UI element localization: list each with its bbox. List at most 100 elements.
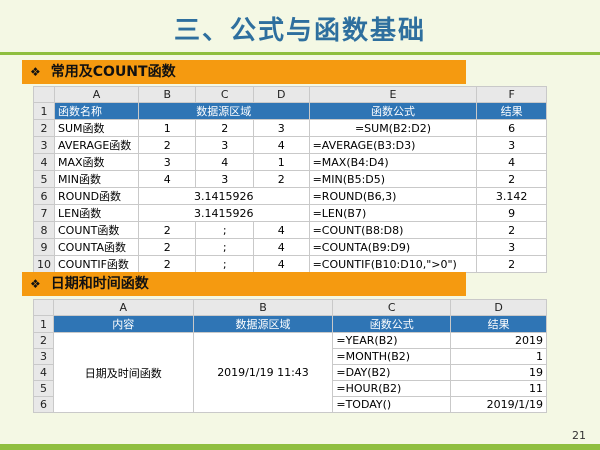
column-header[interactable]: B xyxy=(137,86,197,103)
cell[interactable]: ; xyxy=(195,238,255,256)
cell[interactable]: =SUM(B2:D2) xyxy=(308,119,478,137)
column-header[interactable]: C xyxy=(195,86,255,103)
row-header[interactable]: 7 xyxy=(33,204,55,222)
column-header[interactable]: B xyxy=(192,299,334,316)
cell[interactable]: 19 xyxy=(450,364,547,381)
cell[interactable]: 2 xyxy=(476,255,547,273)
cell[interactable]: 内容 xyxy=(52,315,194,333)
row-header[interactable]: 1 xyxy=(33,102,55,120)
cell[interactable]: 11 xyxy=(450,380,547,397)
cell[interactable]: ROUND函数 xyxy=(54,187,139,205)
cell[interactable]: 4 xyxy=(253,255,310,273)
cell[interactable]: 2 xyxy=(476,221,547,239)
cell[interactable]: 2 xyxy=(253,170,310,188)
row-header[interactable]: 5 xyxy=(33,170,55,188)
column-header[interactable]: E xyxy=(308,86,478,103)
cell[interactable]: =MIN(B5:D5) xyxy=(308,170,478,188)
cell[interactable]: =MAX(B4:D4) xyxy=(308,153,478,171)
cell[interactable]: =TODAY() xyxy=(332,396,452,413)
cell[interactable]: ; xyxy=(195,255,255,273)
cell[interactable]: 函数公式 xyxy=(332,315,452,333)
cell[interactable]: =MONTH(B2) xyxy=(332,348,452,365)
cell[interactable]: 3.1415926 xyxy=(137,204,310,222)
cell[interactable]: =ROUND(B6,3) xyxy=(308,187,478,205)
cell[interactable]: COUNTIF函数 xyxy=(54,255,139,273)
row-header[interactable]: 1 xyxy=(33,315,54,333)
column-header[interactable]: A xyxy=(54,86,139,103)
cell[interactable]: MIN函数 xyxy=(54,170,139,188)
cell[interactable]: 2019 xyxy=(450,332,547,349)
cell[interactable]: 3 xyxy=(195,170,255,188)
cell[interactable]: 3.142 xyxy=(476,187,547,205)
cell[interactable]: 4 xyxy=(253,136,310,154)
cell[interactable]: 3 xyxy=(253,119,310,137)
column-header[interactable]: F xyxy=(476,86,547,103)
cell[interactable]: ; xyxy=(195,221,255,239)
cell[interactable]: 2019/1/19 xyxy=(450,396,547,413)
column-header[interactable]: C xyxy=(332,299,452,316)
cell[interactable]: 2 xyxy=(137,255,197,273)
cell[interactable]: 4 xyxy=(195,153,255,171)
cell[interactable]: =AVERAGE(B3:D3) xyxy=(308,136,478,154)
row-header[interactable]: 9 xyxy=(33,238,55,256)
row-header[interactable]: 3 xyxy=(33,348,54,365)
merged-content-cell[interactable]: 日期及时间函数 xyxy=(52,332,194,413)
cell[interactable]: 结果 xyxy=(450,315,547,333)
column-header-row: A B C D xyxy=(33,299,547,316)
table-row: 4 MAX函数 3 4 1 =MAX(B4:D4) 4 xyxy=(33,153,547,171)
row-header[interactable]: 3 xyxy=(33,136,55,154)
cell[interactable]: 2 xyxy=(137,136,197,154)
cell[interactable]: 2 xyxy=(195,119,255,137)
cell[interactable]: 函数名称 xyxy=(54,102,139,120)
cell[interactable]: =DAY(B2) xyxy=(332,364,452,381)
column-header[interactable]: A xyxy=(52,299,194,316)
cell[interactable]: 4 xyxy=(253,238,310,256)
cell[interactable]: 1 xyxy=(450,348,547,365)
cell[interactable]: AVERAGE函数 xyxy=(54,136,139,154)
cell[interactable]: =COUNTA(B9:D9) xyxy=(308,238,478,256)
column-header[interactable]: D xyxy=(450,299,547,316)
cell[interactable]: MAX函数 xyxy=(54,153,139,171)
row-header[interactable]: 4 xyxy=(33,153,55,171)
cell[interactable]: 函数公式 xyxy=(308,102,478,120)
cell[interactable]: 4 xyxy=(476,153,547,171)
merged-source-cell[interactable]: 2019/1/19 11:43 xyxy=(192,332,334,413)
cell[interactable]: 1 xyxy=(253,153,310,171)
cell[interactable]: 3 xyxy=(137,153,197,171)
cell[interactable]: 结果 xyxy=(476,102,547,120)
spreadsheet-count-functions: A B C D E F 1 函数名称 数据源区域 函数公式 结果 2 SUM函数… xyxy=(33,86,547,273)
row-header[interactable]: 2 xyxy=(33,119,55,137)
cell[interactable]: 2 xyxy=(476,170,547,188)
column-header-row: A B C D E F xyxy=(33,86,547,103)
cell[interactable]: =COUNT(B8:D8) xyxy=(308,221,478,239)
cell[interactable]: COUNT函数 xyxy=(54,221,139,239)
cell[interactable]: 4 xyxy=(253,221,310,239)
cell[interactable]: =HOUR(B2) xyxy=(332,380,452,397)
row-header[interactable]: 6 xyxy=(33,396,54,413)
column-header[interactable]: D xyxy=(253,86,310,103)
cell[interactable]: 2 xyxy=(137,221,197,239)
cell[interactable]: LEN函数 xyxy=(54,204,139,222)
row-header[interactable]: 5 xyxy=(33,380,54,397)
cell[interactable]: =YEAR(B2) xyxy=(332,332,452,349)
row-header[interactable]: 8 xyxy=(33,221,55,239)
row-header[interactable]: 10 xyxy=(33,255,55,273)
cell[interactable]: 数据源区域 xyxy=(192,315,334,333)
cell[interactable]: =LEN(B7) xyxy=(308,204,478,222)
cell[interactable]: 6 xyxy=(476,119,547,137)
row-header[interactable]: 4 xyxy=(33,364,54,381)
cell[interactable]: 1 xyxy=(137,119,197,137)
cell[interactable]: 3 xyxy=(476,136,547,154)
cell[interactable]: COUNTA函数 xyxy=(54,238,139,256)
row-header[interactable]: 6 xyxy=(33,187,55,205)
cell[interactable]: 4 xyxy=(137,170,197,188)
row-header[interactable]: 2 xyxy=(33,332,54,349)
cell[interactable]: =COUNTIF(B10:D10,">0") xyxy=(308,255,478,273)
cell[interactable]: 数据源区域 xyxy=(137,102,310,120)
cell[interactable]: 3.1415926 xyxy=(137,187,310,205)
cell[interactable]: 2 xyxy=(137,238,197,256)
cell[interactable]: SUM函数 xyxy=(54,119,139,137)
cell[interactable]: 3 xyxy=(476,238,547,256)
cell[interactable]: 9 xyxy=(476,204,547,222)
cell[interactable]: 3 xyxy=(195,136,255,154)
